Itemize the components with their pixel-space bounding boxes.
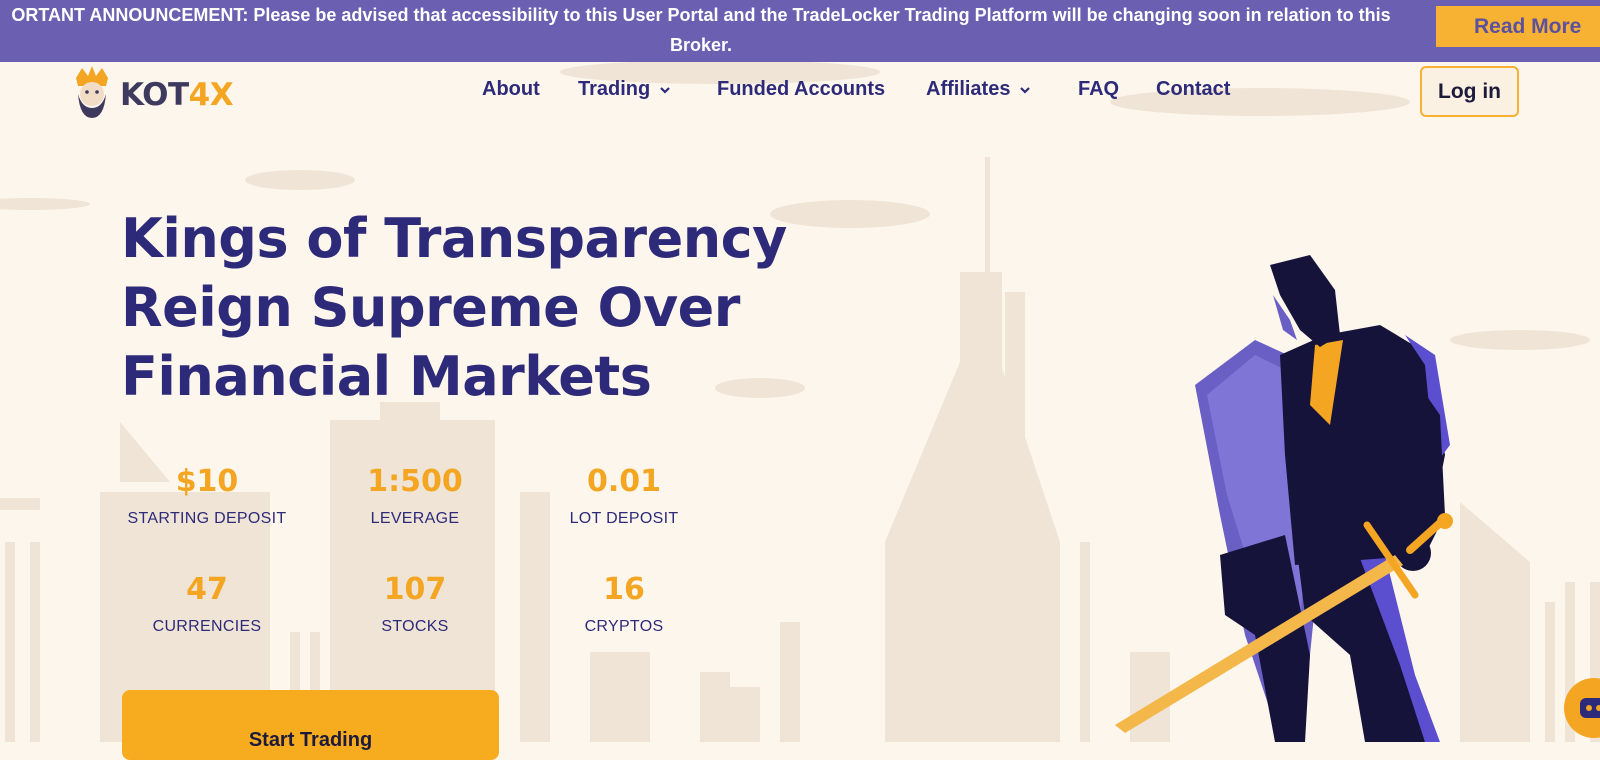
stat-currencies: 47 CURRENCIES bbox=[97, 572, 317, 636]
stat-label: STOCKS bbox=[381, 618, 449, 635]
nav-trading[interactable]: Trading bbox=[578, 78, 672, 101]
stat-value: 47 bbox=[186, 572, 228, 607]
stat-starting-deposit: $10 STARTING DEPOSIT bbox=[97, 464, 317, 528]
nav-affiliates[interactable]: Affiliates bbox=[926, 78, 1032, 101]
nav-faq[interactable]: FAQ bbox=[1078, 78, 1119, 101]
stat-label: CRYPTOS bbox=[584, 618, 664, 635]
stat-cryptos: 16 CRYPTOS bbox=[514, 572, 734, 636]
stat-lot-deposit: 0.01 LOT DEPOSIT bbox=[514, 464, 734, 528]
stat-label: STARTING DEPOSIT bbox=[127, 510, 287, 527]
nav-contact[interactable]: Contact bbox=[1156, 78, 1230, 101]
logo[interactable]: KOT4X bbox=[70, 64, 234, 120]
stat-label: CURRENCIES bbox=[152, 618, 262, 635]
knight-businessman-illustration bbox=[1115, 255, 1453, 742]
king-logo-icon bbox=[76, 66, 108, 118]
stat-label: LEVERAGE bbox=[370, 510, 460, 527]
announcement-banner: ORTANT ANNOUNCEMENT: Please be advised t… bbox=[0, 0, 1600, 62]
hero-title: Kings of Transparency Reign Supreme Over… bbox=[121, 207, 787, 408]
stat-label: LOT DEPOSIT bbox=[569, 510, 679, 527]
chevron-down-icon bbox=[1020, 86, 1031, 94]
chevron-down-icon bbox=[660, 86, 671, 94]
read-more-button[interactable]: Read More bbox=[1436, 6, 1600, 47]
stat-value: 1:500 bbox=[367, 464, 463, 499]
nav-funded-accounts[interactable]: Funded Accounts bbox=[717, 78, 885, 101]
stat-value: 0.01 bbox=[586, 464, 662, 499]
chat-bot-icon bbox=[1580, 698, 1600, 718]
announcement-text: ORTANT ANNOUNCEMENT: Please be advised t… bbox=[11, 5, 1391, 55]
stat-value: 107 bbox=[383, 572, 447, 607]
stat-value: $10 bbox=[175, 464, 239, 499]
logo-text: KOT4X bbox=[120, 77, 234, 113]
start-trading-button[interactable]: Start Trading bbox=[122, 690, 499, 760]
login-button[interactable]: Log in bbox=[1420, 66, 1519, 117]
stat-value: 16 bbox=[603, 572, 645, 607]
stat-stocks: 107 STOCKS bbox=[305, 572, 525, 636]
nav-about[interactable]: About bbox=[482, 78, 540, 101]
stat-leverage: 1:500 LEVERAGE bbox=[305, 464, 525, 528]
